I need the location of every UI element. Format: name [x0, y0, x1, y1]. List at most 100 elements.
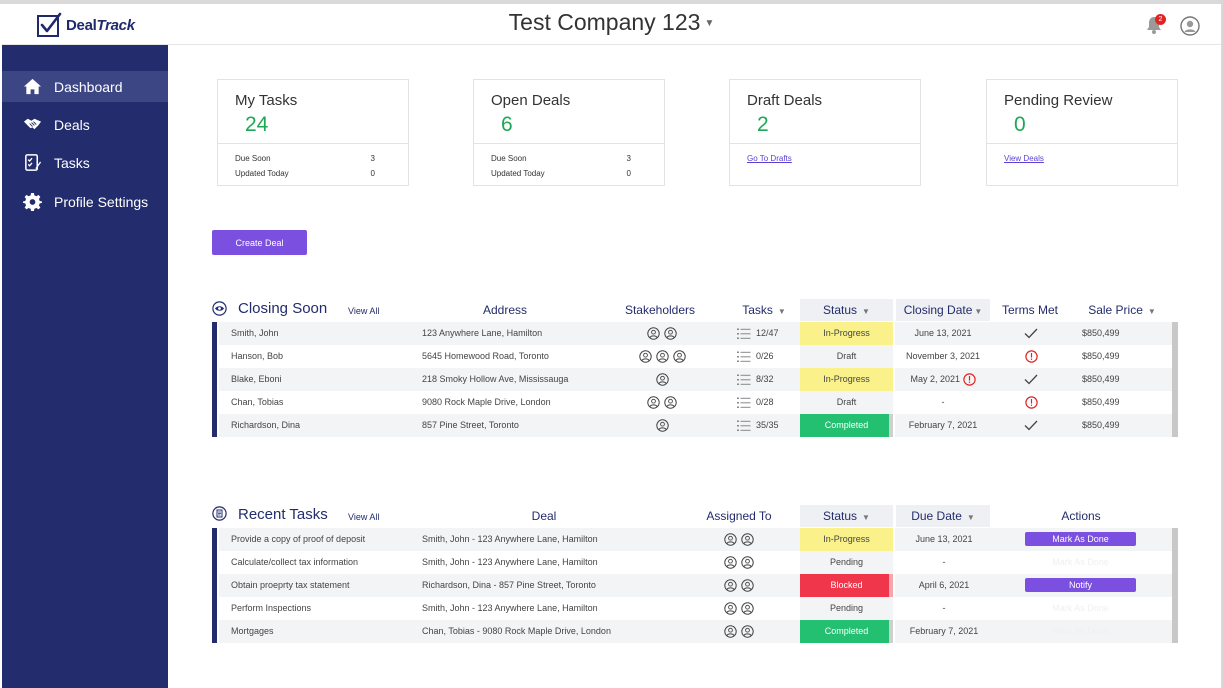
eye-icon: [212, 301, 227, 316]
terms-met-cell: [991, 322, 1071, 345]
person-icon: [664, 396, 677, 409]
task-action-button[interactable]: Notify: [1025, 578, 1136, 592]
task-deal[interactable]: Smith, John - 123 Anywhere Lane, Hamilto…: [419, 597, 678, 620]
task-deal[interactable]: Chan, Tobias - 9080 Rock Maple Drive, Lo…: [419, 620, 678, 643]
col-header-assigned-to[interactable]: Assigned To: [690, 505, 788, 527]
go-to-drafts-link[interactable]: Go To Drafts: [747, 154, 792, 163]
task-deal[interactable]: Smith, John - 123 Anywhere Lane, Hamilto…: [419, 528, 678, 551]
task-name[interactable]: Mortgages: [219, 620, 419, 643]
closing-soon-view-all-link[interactable]: View All: [348, 306, 379, 316]
tasks-cell[interactable]: 0/26: [722, 345, 800, 368]
task-action-button[interactable]: Mark As Done: [1025, 624, 1136, 638]
sort-arrow-icon: ▼: [1147, 307, 1156, 316]
row-accent-bar: [212, 551, 217, 574]
person-icon: [655, 373, 669, 386]
header-label: Status: [823, 303, 858, 317]
stakeholder-avatars: [655, 368, 669, 391]
assigned-to-cell[interactable]: [678, 551, 800, 574]
header-label: Assigned To: [706, 509, 772, 523]
col-header-stakeholders[interactable]: Stakeholders: [600, 299, 720, 321]
sort-arrow-icon: ▼: [966, 513, 975, 522]
row-accent-bar: [212, 597, 217, 620]
deal-name[interactable]: Richardson, Dina: [219, 414, 419, 437]
create-deal-button[interactable]: Create Deal: [212, 230, 307, 255]
col-header-address[interactable]: Address: [420, 299, 590, 321]
stakeholder-avatars: [647, 391, 677, 414]
assigned-to-cell[interactable]: [678, 574, 800, 597]
person-icon: [741, 579, 754, 592]
table-row[interactable]: Perform Inspections Smith, John - 123 Any…: [212, 597, 1178, 620]
table-row[interactable]: Provide a copy of proof of deposit Smith,…: [212, 528, 1178, 551]
company-selector[interactable]: Test Company 123 ▼: [2, 9, 1221, 36]
card-pending-review[interactable]: Pending Review 0 View Deals: [986, 79, 1178, 186]
col-header-closing-date[interactable]: Closing Date ▼: [896, 299, 990, 321]
header-label: Address: [482, 303, 528, 317]
stakeholder-avatars: [647, 322, 677, 345]
tasks-progress: 12/47: [756, 328, 779, 338]
table-row[interactable]: Chan, Tobias 9080 Rock Maple Drive, Londo…: [212, 391, 1178, 414]
col-header-deal[interactable]: Deal: [420, 505, 668, 527]
card-draft-deals[interactable]: Draft Deals 2 Go To Drafts: [729, 79, 921, 186]
table-row[interactable]: Obtain proeprty tax statement Richardson,…: [212, 574, 1178, 597]
col-header-due-date[interactable]: Due Date ▼: [896, 505, 990, 527]
status-edge: [889, 620, 893, 643]
task-action-button[interactable]: Mark As Done: [1025, 532, 1136, 546]
table-row[interactable]: Richardson, Dina 857 Pine Street, Toronto…: [212, 414, 1178, 437]
task-action-button[interactable]: Mark As Done: [1025, 555, 1136, 569]
card-my-tasks[interactable]: My Tasks 24 Due Soon 3 Updated Today 0: [217, 79, 409, 186]
task-deal[interactable]: Richardson, Dina - 857 Pine Street, Toro…: [419, 574, 678, 597]
task-deal[interactable]: Smith, John - 123 Anywhere Lane, Hamilto…: [419, 551, 678, 574]
person-icon: [724, 533, 737, 546]
assigned-to-cell[interactable]: [678, 528, 800, 551]
deal-name[interactable]: Blake, Eboni: [219, 368, 419, 391]
row-scroll-edge: [1172, 391, 1178, 414]
header-label: Closing Date: [903, 303, 973, 317]
sort-arrow-icon: ▼: [862, 307, 870, 316]
row-scroll-edge: [1172, 620, 1178, 643]
assigned-to-cell[interactable]: [678, 597, 800, 620]
col-header-task-status[interactable]: Status ▼: [800, 505, 893, 527]
tasks-cell[interactable]: 8/32: [722, 368, 800, 391]
task-name[interactable]: Perform Inspections: [219, 597, 419, 620]
card-title: Pending Review: [1004, 92, 1113, 109]
deal-name[interactable]: Smith, John: [219, 322, 419, 345]
status-badge: Pending: [800, 551, 893, 574]
stakeholders-cell[interactable]: [602, 391, 722, 414]
task-action-button[interactable]: Mark As Done: [1025, 601, 1136, 615]
task-name[interactable]: Obtain proeprty tax statement: [219, 574, 419, 597]
stakeholders-cell[interactable]: [602, 368, 722, 391]
sidebar-item-tasks[interactable]: Tasks: [2, 147, 168, 178]
table-row[interactable]: Mortgages Chan, Tobias - 9080 Rock Maple …: [212, 620, 1178, 643]
tasks-cell[interactable]: 0/28: [722, 391, 800, 414]
col-header-tasks[interactable]: Tasks ▼: [728, 299, 800, 321]
header-label: Tasks: [742, 303, 773, 317]
stat-label: Due Soon: [235, 154, 271, 163]
recent-tasks-view-all-link[interactable]: View All: [348, 512, 379, 522]
table-row[interactable]: Blake, Eboni 218 Smoky Hollow Ave, Missis…: [212, 368, 1178, 391]
assigned-to-cell[interactable]: [678, 620, 800, 643]
stakeholders-cell[interactable]: [602, 345, 722, 368]
card-open-deals[interactable]: Open Deals 6 Due Soon 3 Updated Today 0: [473, 79, 665, 186]
task-name[interactable]: Provide a copy of proof of deposit: [219, 528, 419, 551]
sidebar-item-deals[interactable]: Deals: [2, 109, 168, 140]
view-deals-link[interactable]: View Deals: [1004, 154, 1044, 163]
stakeholders-cell[interactable]: [602, 414, 722, 437]
stakeholders-cell[interactable]: [602, 322, 722, 345]
card-value: 0: [1014, 113, 1026, 136]
due-date: -: [895, 597, 993, 620]
task-name[interactable]: Calculate/collect tax information: [219, 551, 419, 574]
sidebar-item-dashboard[interactable]: Dashboard: [2, 71, 168, 102]
table-row[interactable]: Hanson, Bob 5645 Homewood Road, Toronto 0/…: [212, 345, 1178, 368]
deal-name[interactable]: Hanson, Bob: [219, 345, 419, 368]
sidebar-item-profile-settings[interactable]: Profile Settings: [2, 186, 168, 217]
deal-name[interactable]: Chan, Tobias: [219, 391, 419, 414]
tasks-cell[interactable]: 35/35: [722, 414, 800, 437]
col-header-status[interactable]: Status ▼: [800, 299, 893, 321]
table-row[interactable]: Smith, John 123 Anywhere Lane, Hamilton 12…: [212, 322, 1178, 345]
deal-address: 5645 Homewood Road, Toronto: [419, 345, 602, 368]
user-avatar-icon[interactable]: [1180, 16, 1200, 36]
tasks-cell[interactable]: 12/47: [722, 322, 800, 345]
person-icon: [647, 396, 660, 409]
table-row[interactable]: Calculate/collect tax information Smith, …: [212, 551, 1178, 574]
col-header-sale-price[interactable]: Sale Price ▼: [1077, 299, 1167, 321]
